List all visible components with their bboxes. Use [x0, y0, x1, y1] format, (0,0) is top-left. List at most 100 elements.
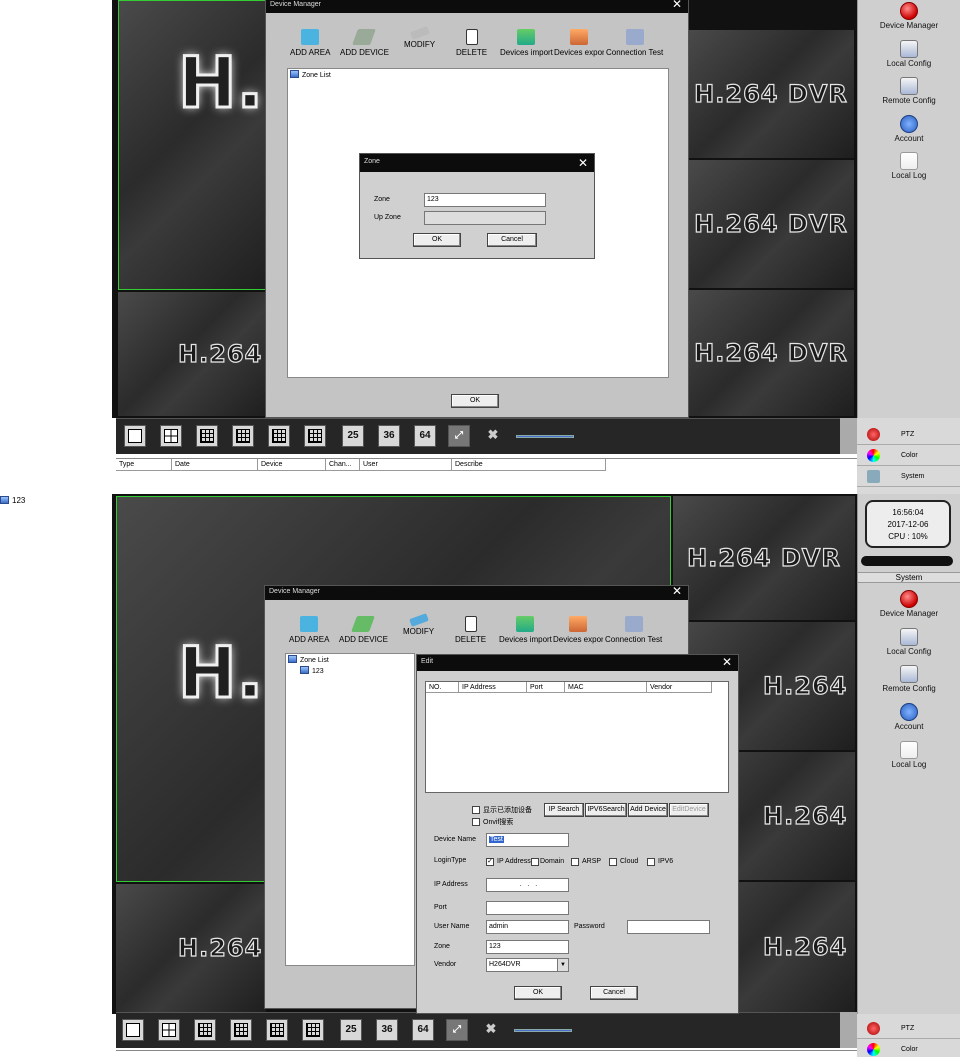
- connection-test-button[interactable]: Connection Test: [605, 616, 662, 644]
- sidebar-item-device-manager[interactable]: Device Manager: [858, 590, 960, 618]
- device-name-input[interactable]: Test: [486, 833, 569, 847]
- log-col-channel[interactable]: Chan...: [326, 459, 360, 471]
- layout-1-button[interactable]: [124, 425, 146, 447]
- layout-12-button[interactable]: [268, 425, 290, 447]
- add-area-button[interactable]: ADD AREA: [289, 616, 329, 644]
- edit-device-button[interactable]: EditDevice: [669, 803, 709, 817]
- sidebar-item-local-config[interactable]: Local Config: [858, 628, 960, 656]
- close-icon[interactable]: ✕: [672, 0, 682, 10]
- password-input[interactable]: [627, 920, 710, 934]
- zone-input[interactable]: 123: [424, 193, 546, 207]
- camera-tile[interactable]: H.264 DVR: [688, 290, 854, 416]
- zone-list-panel[interactable]: Zone List 123: [285, 653, 415, 966]
- chevron-down-icon[interactable]: ▼: [557, 959, 568, 971]
- log-col-device[interactable]: Device: [258, 459, 326, 471]
- zone-list-root[interactable]: Zone List: [290, 70, 331, 79]
- layout-25-button[interactable]: 25: [342, 425, 364, 447]
- user-name-input[interactable]: admin: [486, 920, 569, 934]
- camera-tile[interactable]: H.264 DVR: [688, 160, 854, 288]
- col-port[interactable]: Port: [527, 682, 565, 693]
- camera-tile[interactable]: H.264 DVR: [116, 884, 266, 1012]
- add-device-button[interactable]: ADD DEVICE: [339, 616, 388, 644]
- cancel-button[interactable]: Cancel: [590, 986, 638, 1000]
- sidebar-item-account[interactable]: Account: [858, 703, 960, 731]
- up-zone-input[interactable]: [424, 211, 546, 225]
- system-button[interactable]: System: [857, 466, 960, 487]
- close-icon[interactable]: ✕: [672, 585, 682, 597]
- layout-64-button[interactable]: 64: [412, 1019, 434, 1041]
- layout-6-button[interactable]: [194, 1019, 216, 1041]
- ok-button[interactable]: OK: [451, 394, 499, 408]
- col-no[interactable]: NO.: [426, 682, 459, 693]
- onvif-search-checkbox[interactable]: [472, 818, 480, 826]
- zone-input[interactable]: 123: [486, 940, 569, 954]
- log-col-user[interactable]: User: [360, 459, 452, 471]
- layout-64-button[interactable]: 64: [414, 425, 436, 447]
- sidebar-item-device-manager[interactable]: Device Manager: [858, 2, 960, 30]
- layout-16-button[interactable]: [302, 1019, 324, 1041]
- layout-4-button[interactable]: [158, 1019, 180, 1041]
- layout-36-button[interactable]: 36: [378, 425, 400, 447]
- log-col-date[interactable]: Date: [172, 459, 258, 471]
- log-col-describe[interactable]: Describe: [452, 459, 606, 471]
- add-area-button[interactable]: ADD AREA: [290, 29, 330, 57]
- device-search-list[interactable]: NO. IP Address Port MAC Vendor: [425, 681, 729, 793]
- scroll-arrows[interactable]: [840, 418, 857, 454]
- ptz-button[interactable]: PTZ: [857, 424, 960, 445]
- camera-tile[interactable]: H.264 DVR: [118, 292, 268, 416]
- speaker-mute-icon[interactable]: ✖: [480, 1019, 502, 1041]
- col-ip-address[interactable]: IP Address: [459, 682, 527, 693]
- color-button[interactable]: Color: [857, 445, 960, 466]
- ipv6-search-button[interactable]: IPV6Search: [585, 803, 627, 817]
- volume-slider[interactable]: [516, 435, 574, 438]
- ok-button[interactable]: OK: [514, 986, 562, 1000]
- login-cloud-checkbox[interactable]: [609, 858, 617, 866]
- layout-9-button[interactable]: [232, 425, 254, 447]
- zone-list-root[interactable]: Zone List: [288, 655, 329, 664]
- layout-12-button[interactable]: [266, 1019, 288, 1041]
- login-ipv6-checkbox[interactable]: [647, 858, 655, 866]
- ip-search-button[interactable]: IP Search: [544, 803, 584, 817]
- color-button[interactable]: Color: [857, 1039, 960, 1057]
- modify-button[interactable]: MODIFY: [403, 613, 434, 636]
- connection-test-button[interactable]: Connection Test: [606, 29, 663, 57]
- system-section-title[interactable]: System: [858, 572, 960, 583]
- sidebar-item-local-log[interactable]: Local Log: [858, 152, 960, 180]
- devices-export-button[interactable]: Devices export: [554, 29, 604, 57]
- layout-6-button[interactable]: [196, 425, 218, 447]
- close-icon[interactable]: ✕: [578, 155, 588, 171]
- ptz-button[interactable]: PTZ: [857, 1018, 960, 1039]
- sidebar-item-account[interactable]: Account: [858, 115, 960, 143]
- layout-16-button[interactable]: [304, 425, 326, 447]
- sidebar-item-local-config[interactable]: Local Config: [858, 40, 960, 68]
- login-ip-address-checkbox[interactable]: ✓: [486, 858, 494, 866]
- camera-tile[interactable]: H.264 DVR: [688, 30, 854, 158]
- delete-button[interactable]: DELETE: [455, 616, 486, 644]
- col-vendor[interactable]: Vendor: [647, 682, 712, 693]
- vendor-select[interactable]: H264DVR ▼: [486, 958, 569, 972]
- fullscreen-icon[interactable]: ⤢: [448, 425, 470, 447]
- layout-4-button[interactable]: [160, 425, 182, 447]
- devices-export-button[interactable]: Devices export: [553, 616, 603, 644]
- layout-9-button[interactable]: [230, 1019, 252, 1041]
- login-arsp-checkbox[interactable]: [571, 858, 579, 866]
- sidebar-item-remote-config[interactable]: Remote Config: [858, 77, 960, 105]
- delete-button[interactable]: DELETE: [456, 29, 487, 57]
- devices-import-button[interactable]: Devices import: [499, 616, 552, 644]
- zone-item-123[interactable]: 123: [300, 666, 324, 675]
- camera-tile[interactable]: H.264 DVR: [673, 496, 855, 620]
- add-device-button[interactable]: ADD DEVICE: [340, 29, 389, 57]
- scroll-arrows[interactable]: [840, 1012, 857, 1048]
- layout-25-button[interactable]: 25: [340, 1019, 362, 1041]
- volume-slider[interactable]: [514, 1029, 572, 1032]
- layout-36-button[interactable]: 36: [376, 1019, 398, 1041]
- close-icon[interactable]: ✕: [722, 655, 732, 669]
- sidebar-item-local-log[interactable]: Local Log: [858, 741, 960, 769]
- log-col-type[interactable]: Type: [116, 459, 172, 471]
- cancel-button[interactable]: Cancel: [487, 233, 537, 247]
- ok-button[interactable]: OK: [413, 233, 461, 247]
- modify-button[interactable]: MODIFY: [404, 26, 435, 49]
- col-mac[interactable]: MAC: [565, 682, 647, 693]
- sidebar-item-remote-config[interactable]: Remote Config: [858, 665, 960, 693]
- devices-import-button[interactable]: Devices import: [500, 29, 553, 57]
